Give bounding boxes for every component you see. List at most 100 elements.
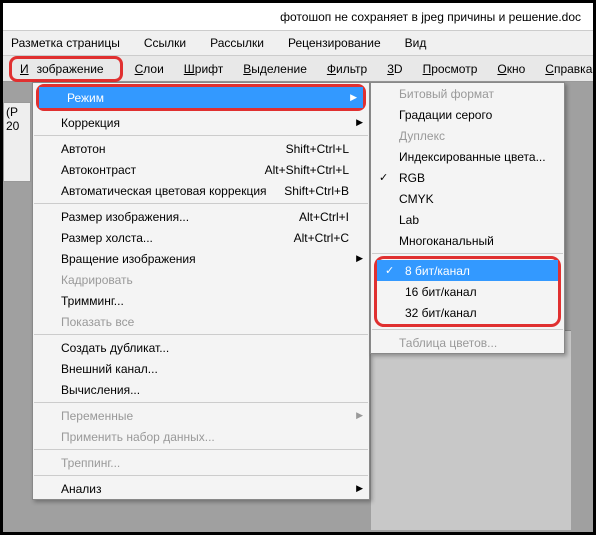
- menu-item-image-size[interactable]: Размер изображения... Alt+Ctrl+I: [33, 206, 369, 227]
- menu-layers[interactable]: Слои: [127, 59, 172, 79]
- label: Применить набор данных...: [61, 430, 215, 444]
- menu-item-adjustments[interactable]: Коррекция ▶: [33, 112, 369, 133]
- label: 32 бит/канал: [405, 306, 477, 320]
- menu-item-mode[interactable]: Режим ▶: [39, 87, 363, 108]
- titlebar: фотошоп не сохраняет в jpeg причины и ре…: [3, 3, 593, 31]
- label: Тримминг...: [61, 294, 124, 308]
- label: Вычисления...: [61, 383, 140, 397]
- label: Автотон: [61, 142, 106, 156]
- submenu-grayscale[interactable]: Градации серого: [371, 104, 564, 125]
- separator: [34, 135, 368, 136]
- submenu-cmyk[interactable]: CMYK: [371, 188, 564, 209]
- label: Вращение изображения: [61, 252, 196, 266]
- submenu-arrow-icon: ▶: [356, 483, 363, 494]
- check-icon: ✓: [385, 264, 394, 277]
- submenu-bitmap: Битовый формат: [371, 83, 564, 104]
- submenu-arrow-icon: ▶: [356, 410, 363, 421]
- menu-mailings[interactable]: Рассылки: [210, 36, 264, 50]
- menu-item-mode-label: Режим: [67, 91, 104, 105]
- submenu-color-table: Таблица цветов...: [371, 332, 564, 353]
- menu-item-duplicate[interactable]: Создать дубликат...: [33, 337, 369, 358]
- menu-item-trim[interactable]: Тримминг...: [33, 290, 369, 311]
- word-menubar: Разметка страницы Ссылки Рассылки Реценз…: [3, 31, 593, 56]
- panel-stub: (P 20: [3, 102, 31, 182]
- menu-view[interactable]: Просмотр: [415, 59, 486, 79]
- label: Кадрировать: [61, 273, 133, 287]
- menu-page-layout[interactable]: Разметка страницы: [11, 36, 120, 50]
- menu-links[interactable]: Ссылки: [144, 36, 186, 50]
- label: Битовый формат: [399, 87, 494, 101]
- menu-item-apply-image[interactable]: Внешний канал...: [33, 358, 369, 379]
- submenu-arrow-icon: ▶: [356, 253, 363, 264]
- menu-item-canvas-size[interactable]: Размер холста... Alt+Ctrl+C: [33, 227, 369, 248]
- separator: [34, 449, 368, 450]
- menu-item-rotate[interactable]: Вращение изображения ▶: [33, 248, 369, 269]
- menu-image[interactable]: Изображение: [9, 56, 123, 82]
- shortcut: Alt+Shift+Ctrl+L: [265, 163, 349, 177]
- shortcut: Shift+Ctrl+L: [286, 142, 349, 156]
- menu-item-autotone[interactable]: Автотон Shift+Ctrl+L: [33, 138, 369, 159]
- label: Дуплекс: [399, 129, 445, 143]
- menu-item-trap: Треппинг...: [33, 452, 369, 473]
- separator: [372, 329, 563, 330]
- menu-item-adjustments-label: Коррекция: [61, 116, 120, 130]
- separator: [34, 402, 368, 403]
- label: Создать дубликат...: [61, 341, 169, 355]
- submenu-32bit[interactable]: 32 бит/канал: [377, 302, 558, 323]
- stub-text1: (P: [6, 105, 28, 119]
- label: 16 бит/канал: [405, 285, 477, 299]
- label: Таблица цветов...: [399, 336, 497, 350]
- menu-image-label: зображение: [29, 59, 112, 79]
- menu-item-apply-dataset: Применить набор данных...: [33, 426, 369, 447]
- photoshop-menubar: Изображение Слои Шрифт Выделение Фильтр …: [3, 56, 593, 82]
- menu-help[interactable]: Справка: [537, 59, 596, 79]
- separator: [34, 475, 368, 476]
- menu-font[interactable]: Шрифт: [176, 59, 231, 79]
- mode-submenu: Битовый формат Градации серого Дуплекс И…: [370, 82, 565, 354]
- stub-text2: 20: [6, 119, 28, 133]
- submenu-8bit[interactable]: ✓ 8 бит/канал: [377, 260, 558, 281]
- menu-window[interactable]: Окно: [489, 59, 533, 79]
- document-area: [371, 330, 571, 530]
- submenu-lab[interactable]: Lab: [371, 209, 564, 230]
- menu-item-autocontrast[interactable]: Автоконтраст Alt+Shift+Ctrl+L: [33, 159, 369, 180]
- label: Треппинг...: [61, 456, 120, 470]
- label: CMYK: [399, 192, 434, 206]
- label: Анализ: [61, 482, 102, 496]
- label: Многоканальный: [399, 234, 494, 248]
- submenu-arrow-icon: ▶: [356, 117, 363, 128]
- shortcut: Alt+Ctrl+C: [294, 231, 349, 245]
- image-menu-dropdown: Режим ▶ Коррекция ▶ Автотон Shift+Ctrl+L…: [32, 82, 370, 500]
- menu-item-reveal-all: Показать все: [33, 311, 369, 332]
- menu-item-crop: Кадрировать: [33, 269, 369, 290]
- menu-view[interactable]: Вид: [405, 36, 427, 50]
- menu-select[interactable]: Выделение: [235, 59, 315, 79]
- menu-item-analysis[interactable]: Анализ ▶: [33, 478, 369, 499]
- label: RGB: [399, 171, 425, 185]
- submenu-indexed[interactable]: Индексированные цвета...: [371, 146, 564, 167]
- label: Внешний канал...: [61, 362, 158, 376]
- submenu-multichannel[interactable]: Многоканальный: [371, 230, 564, 251]
- submenu-rgb[interactable]: ✓ RGB: [371, 167, 564, 188]
- menu-item-autocolor[interactable]: Автоматическая цветовая коррекция Shift+…: [33, 180, 369, 201]
- separator: [372, 253, 563, 254]
- label: Размер холста...: [61, 231, 153, 245]
- shortcut: Alt+Ctrl+I: [299, 210, 349, 224]
- shortcut: Shift+Ctrl+B: [284, 184, 349, 198]
- menu-item-variables: Переменные ▶: [33, 405, 369, 426]
- label: Lab: [399, 213, 419, 227]
- window-title: фотошоп не сохраняет в jpeg причины и ре…: [280, 10, 581, 24]
- label: Показать все: [61, 315, 134, 329]
- submenu-arrow-icon: ▶: [350, 92, 357, 103]
- submenu-duotone: Дуплекс: [371, 125, 564, 146]
- label: 8 бит/канал: [405, 264, 470, 278]
- label: Индексированные цвета...: [399, 150, 546, 164]
- submenu-16bit[interactable]: 16 бит/канал: [377, 281, 558, 302]
- menu-review[interactable]: Рецензирование: [288, 36, 381, 50]
- label: Размер изображения...: [61, 210, 189, 224]
- label: Автоконтраст: [61, 163, 136, 177]
- menu-3d[interactable]: 3D: [379, 59, 410, 79]
- menu-filter[interactable]: Фильтр: [319, 59, 375, 79]
- menu-item-calculations[interactable]: Вычисления...: [33, 379, 369, 400]
- content-area: (P 20 Режим ▶ Коррекция ▶ Автотон Shift+…: [3, 82, 593, 532]
